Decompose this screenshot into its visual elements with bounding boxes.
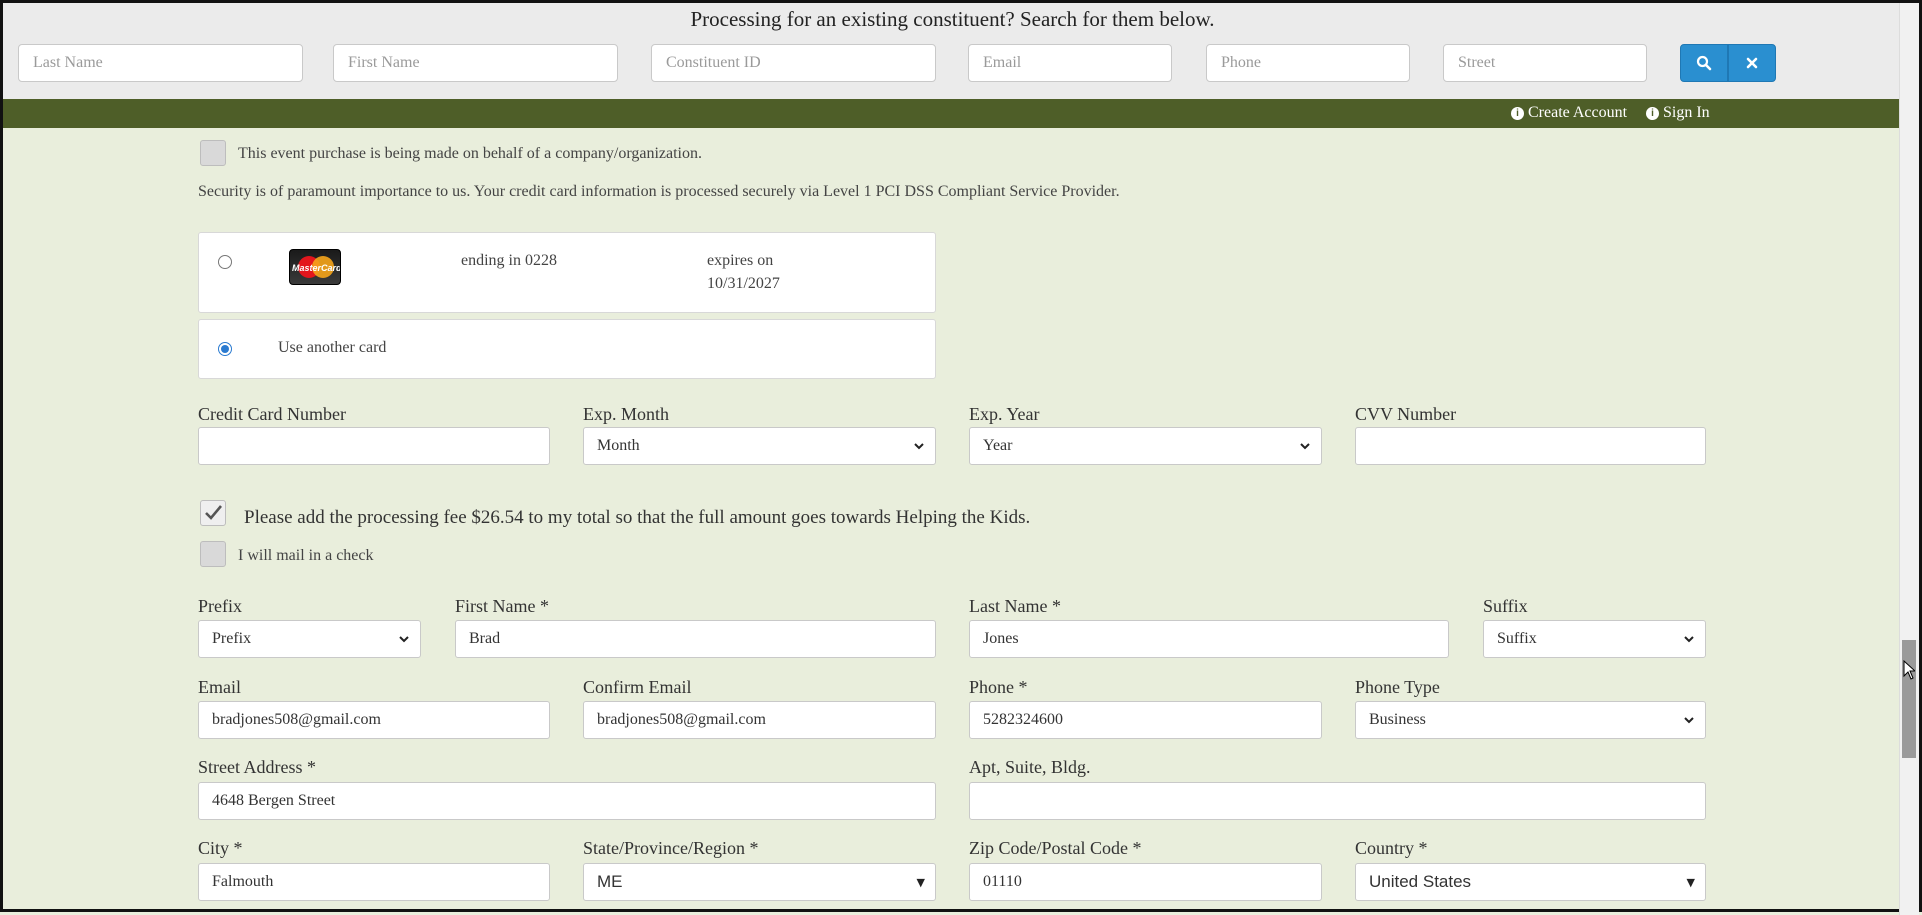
zip-input[interactable]: 01110 (969, 863, 1322, 901)
search-icon (1696, 55, 1712, 71)
suffix-select[interactable]: Suffix (1483, 620, 1706, 658)
saved-card-radio[interactable] (218, 255, 232, 269)
city-label: City * (198, 838, 243, 858)
prefix-value: Prefix (212, 630, 252, 647)
exp-year-select[interactable]: Year (969, 427, 1322, 465)
exp-year-label: Exp. Year (969, 404, 1040, 424)
zip-label: Zip Code/Postal Code * (969, 838, 1142, 858)
another-card-radio[interactable] (218, 342, 232, 356)
mail-check-label: I will mail in a check (238, 547, 374, 564)
saved-card-option[interactable]: MasterCard ending in 0228 expires on 10/… (198, 232, 936, 313)
create-account-link[interactable]: i Create Account (1511, 104, 1627, 122)
card-expires-date: 10/31/2027 (707, 275, 780, 292)
state-value: ME (597, 872, 623, 891)
chevron-down-icon (1684, 717, 1694, 724)
card-ending: ending in 0228 (461, 252, 557, 269)
chevron-down-icon (399, 636, 409, 643)
info-icon: i (1646, 106, 1659, 120)
prefix-label: Prefix (198, 596, 242, 616)
email-label: Email (198, 677, 241, 697)
suffix-value: Suffix (1497, 630, 1537, 647)
mouse-cursor-icon (1903, 660, 1915, 680)
organization-checkbox-label: This event purchase is being made on beh… (238, 145, 702, 162)
first-name-label: First Name * (455, 596, 549, 616)
state-select[interactable]: ME ▼ (583, 863, 936, 901)
exp-year-value: Year (983, 437, 1013, 454)
suffix-label: Suffix (1483, 596, 1528, 616)
last-name-input[interactable]: Jones (969, 620, 1449, 658)
exp-month-select[interactable]: Month (583, 427, 936, 465)
phone-input[interactable]: 5282324600 (969, 701, 1322, 739)
sign-in-label: Sign In (1663, 104, 1710, 121)
mastercard-logo: MasterCard (289, 249, 341, 285)
phone-type-value: Business (1369, 711, 1426, 728)
email-search-input[interactable] (968, 44, 1172, 82)
email-input[interactable]: bradjones508@gmail.com (198, 701, 550, 739)
phone-label: Phone * (969, 677, 1028, 697)
country-label: Country * (1355, 838, 1428, 858)
cc-number-input[interactable] (198, 427, 550, 465)
search-button[interactable] (1680, 44, 1728, 82)
last-name-label: Last Name * (969, 596, 1061, 616)
last-name-search-input[interactable] (18, 44, 303, 82)
another-card-label: Use another card (278, 339, 387, 356)
exp-month-value: Month (597, 437, 640, 454)
sign-in-link[interactable]: i Sign In (1646, 104, 1710, 122)
confirm-email-input[interactable]: bradjones508@gmail.com (583, 701, 936, 739)
processing-fee-label: Please add the processing fee $26.54 to … (244, 507, 1031, 528)
another-card-option[interactable]: Use another card (198, 319, 936, 379)
first-name-search-input[interactable] (333, 44, 618, 82)
chevron-down-icon (1300, 443, 1310, 450)
create-account-label: Create Account (1528, 104, 1628, 121)
processing-fee-checkbox[interactable] (200, 500, 226, 526)
prefix-select[interactable]: Prefix (198, 620, 421, 658)
security-notice: Security is of paramount importance to u… (198, 183, 1120, 200)
caret-down-icon: ▼ (1686, 875, 1695, 889)
phone-search-input[interactable] (1206, 44, 1410, 82)
exp-month-label: Exp. Month (583, 404, 670, 424)
scrollbar-thumb[interactable] (1902, 640, 1916, 758)
phone-type-label: Phone Type (1355, 677, 1440, 697)
apt-suite-label: Apt, Suite, Bldg. (969, 757, 1091, 777)
cvv-label: CVV Number (1355, 404, 1457, 424)
apt-suite-input[interactable] (969, 782, 1706, 820)
first-name-input[interactable]: Brad (455, 620, 936, 658)
clear-search-button[interactable] (1728, 44, 1776, 82)
chevron-down-icon (914, 443, 924, 450)
country-value: United States (1369, 872, 1472, 891)
cvv-input[interactable] (1355, 427, 1706, 465)
account-bar: i Create Account i Sign In (3, 99, 1902, 128)
cc-number-label: Credit Card Number (198, 404, 346, 424)
chevron-down-icon (1684, 636, 1694, 643)
state-label: State/Province/Region * (583, 838, 759, 858)
card-expires-label: expires on (707, 252, 774, 269)
info-icon: i (1511, 106, 1524, 120)
organization-checkbox[interactable] (200, 140, 226, 166)
close-icon (1746, 57, 1758, 69)
street-address-label: Street Address * (198, 757, 316, 777)
constituent-search-bar: Processing for an existing constituent? … (3, 3, 1902, 99)
city-input[interactable]: Falmouth (198, 863, 550, 901)
constituent-id-search-input[interactable] (651, 44, 936, 82)
phone-type-select[interactable]: Business (1355, 701, 1706, 739)
mail-check-checkbox[interactable] (200, 541, 226, 567)
checkmark-icon (205, 505, 222, 520)
caret-down-icon: ▼ (916, 875, 925, 889)
street-search-input[interactable] (1443, 44, 1647, 82)
search-title: Processing for an existing constituent? … (690, 7, 1215, 31)
confirm-email-label: Confirm Email (583, 677, 692, 697)
page-scrollbar[interactable] (1899, 3, 1919, 915)
street-address-input[interactable]: 4648 Bergen Street (198, 782, 936, 820)
country-select[interactable]: United States ▼ (1355, 863, 1706, 901)
